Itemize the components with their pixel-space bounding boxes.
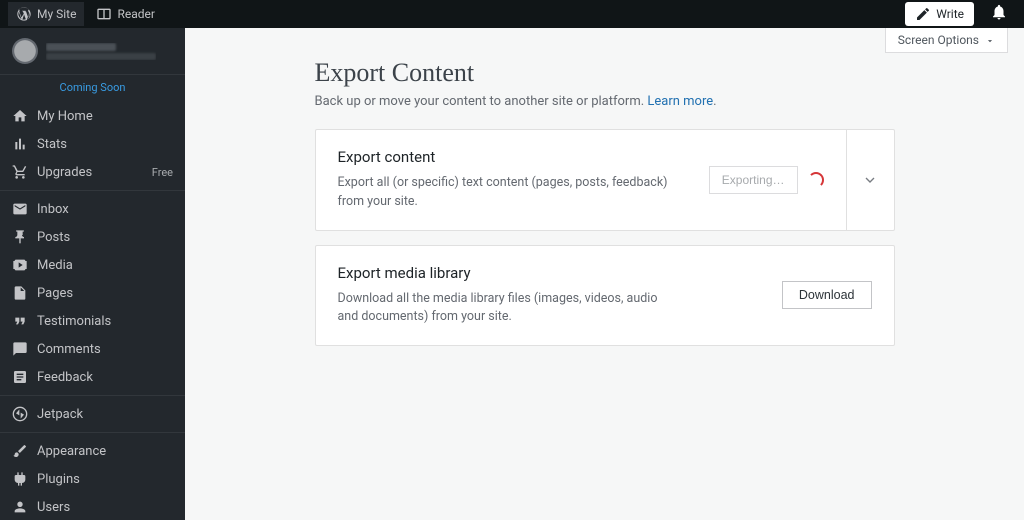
page-icon — [12, 285, 28, 301]
notifications-icon[interactable] — [982, 3, 1016, 25]
stats-icon — [12, 136, 28, 152]
home-icon — [12, 108, 28, 124]
mail-icon — [12, 201, 28, 217]
menu-posts[interactable]: Posts — [0, 223, 185, 251]
pencil-icon — [915, 6, 931, 22]
page-title: Export Content — [315, 58, 895, 88]
write-button[interactable]: Write — [905, 2, 974, 26]
feedback-icon — [12, 369, 28, 385]
mysite-tab[interactable]: My Site — [8, 2, 84, 26]
mysite-label: My Site — [37, 7, 76, 21]
menu-separator — [0, 395, 185, 396]
menu-users[interactable]: Users — [0, 493, 185, 520]
menu-media[interactable]: Media — [0, 251, 185, 279]
menu-separator — [0, 432, 185, 433]
pin-icon — [12, 229, 28, 245]
page-subtitle: Back up or move your content to another … — [315, 94, 895, 109]
export-content-expand[interactable] — [846, 130, 894, 230]
site-header[interactable] — [0, 28, 185, 75]
menu-upgrades[interactable]: UpgradesFree — [0, 158, 185, 186]
caret-down-icon — [985, 35, 995, 45]
topbar: My Site Reader Write — [0, 0, 1024, 28]
menu-stats[interactable]: Stats — [0, 130, 185, 158]
reader-label: Reader — [117, 7, 154, 21]
sidebar: Coming Soon My Home Stats UpgradesFree I… — [0, 28, 185, 520]
loading-spinner-icon — [808, 172, 824, 188]
content-area: Screen Options Export Content Back up or… — [185, 28, 1024, 520]
quote-icon — [12, 313, 28, 329]
export-content-desc: Export all (or specific) text content (p… — [338, 174, 678, 212]
cart-icon — [12, 164, 28, 180]
download-button[interactable]: Download — [782, 281, 872, 309]
site-name-redacted — [46, 43, 116, 51]
media-icon — [12, 257, 28, 273]
export-media-desc: Download all the media library files (im… — [338, 290, 678, 328]
comment-icon — [12, 341, 28, 357]
brush-icon — [12, 443, 28, 459]
menu-appearance[interactable]: Appearance — [0, 437, 185, 465]
user-icon — [12, 499, 28, 515]
export-content-title: Export content — [338, 148, 689, 166]
menu-comments[interactable]: Comments — [0, 335, 185, 363]
menu-feedback[interactable]: Feedback — [0, 363, 185, 391]
admin-menu: My Home Stats UpgradesFree Inbox Posts M… — [0, 102, 185, 520]
menu-pages[interactable]: Pages — [0, 279, 185, 307]
menu-inbox[interactable]: Inbox — [0, 195, 185, 223]
site-info — [46, 43, 156, 60]
reader-icon — [96, 6, 112, 22]
export-content-card: Export content Export all (or specific) … — [315, 129, 895, 231]
screen-options-toggle[interactable]: Screen Options — [885, 28, 1008, 53]
menu-separator — [0, 190, 185, 191]
write-label: Write — [936, 7, 964, 21]
jetpack-icon — [12, 406, 28, 422]
reader-tab[interactable]: Reader — [88, 2, 162, 26]
export-media-title: Export media library — [338, 264, 762, 282]
export-media-card: Export media library Download all the me… — [315, 245, 895, 347]
topbar-right: Write — [905, 2, 1016, 26]
plugin-icon — [12, 471, 28, 487]
menu-testimonials[interactable]: Testimonials — [0, 307, 185, 335]
exporting-button[interactable]: Exporting… — [709, 166, 798, 194]
wordpress-icon — [16, 6, 32, 22]
site-url-redacted — [46, 53, 156, 60]
site-avatar — [12, 38, 38, 64]
site-status-badge: Coming Soon — [0, 75, 185, 102]
chevron-down-icon — [862, 172, 878, 188]
menu-jetpack[interactable]: Jetpack — [0, 400, 185, 428]
learn-more-link[interactable]: Learn more — [647, 94, 713, 109]
menu-home[interactable]: My Home — [0, 102, 185, 130]
menu-plugins[interactable]: Plugins — [0, 465, 185, 493]
upgrades-plan: Free — [152, 166, 173, 179]
topbar-left: My Site Reader — [8, 2, 163, 26]
